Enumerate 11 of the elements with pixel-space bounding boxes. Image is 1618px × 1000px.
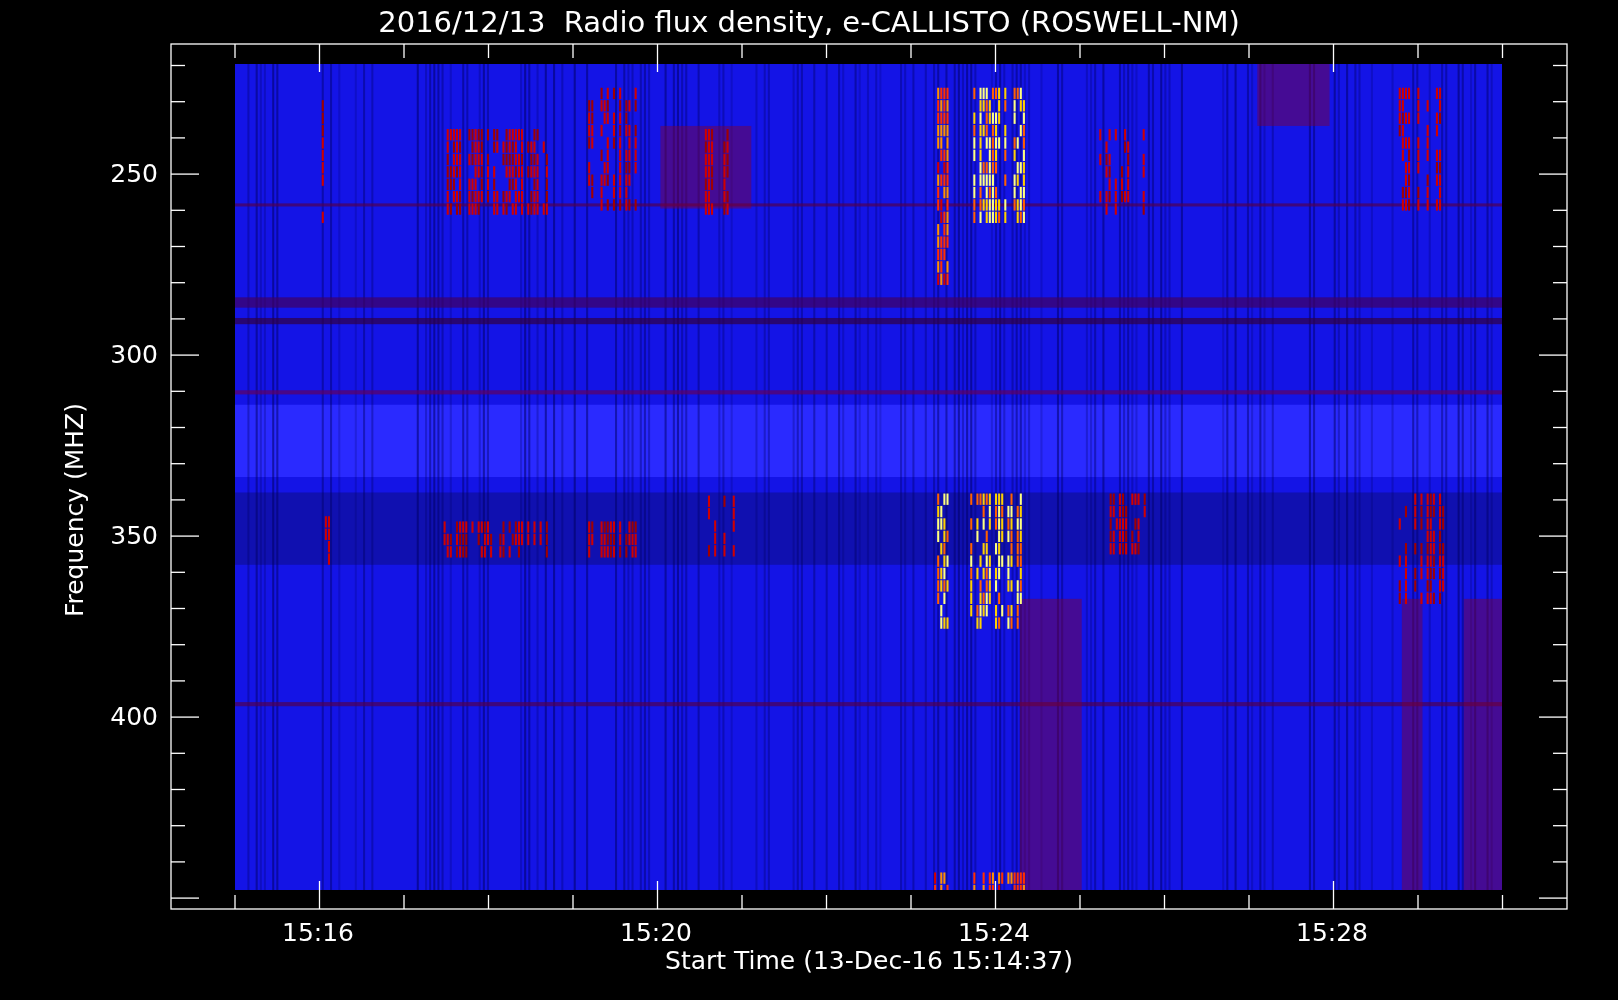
- x-axis-label: Start Time (13-Dec-16 15:14:37): [665, 946, 1073, 975]
- y-tick-label: 250: [110, 158, 158, 188]
- x-tick-label: 15:28: [1296, 918, 1368, 947]
- x-tick-label: 15:20: [620, 918, 692, 947]
- x-tick-label: 15:24: [958, 918, 1030, 947]
- y-tick-label: 400: [110, 701, 158, 731]
- y-tick-label: 300: [110, 339, 158, 369]
- y-tick-label: 350: [110, 520, 158, 550]
- x-tick-label: 15:16: [282, 918, 354, 947]
- y-axis-label: Frequency (MHZ): [60, 403, 89, 618]
- chart-title: 2016/12/13 Radio flux density, e-CALLISTO (ROSWELL-NM): [378, 4, 1240, 39]
